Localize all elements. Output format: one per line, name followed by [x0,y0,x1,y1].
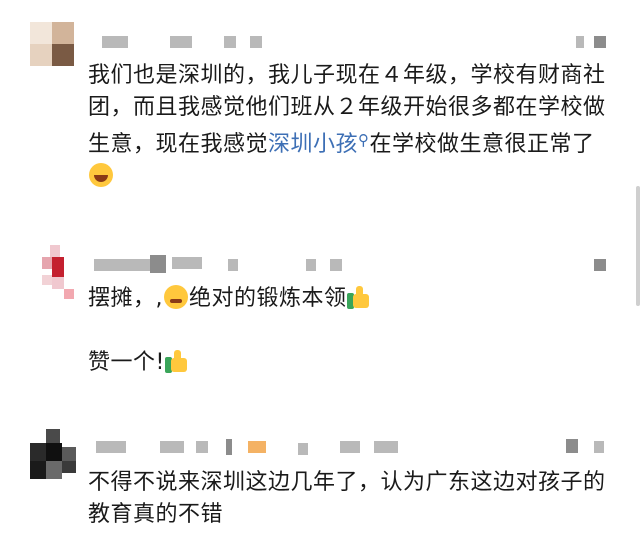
search-link-text[interactable]: 深圳小孩 [268,132,358,157]
avatar[interactable] [30,245,76,307]
laughing-face-icon [89,163,113,187]
username [228,259,238,271]
thumbs-up-icon [164,349,189,373]
comment-text-segment: 在学校做生意很正常了 [369,132,595,157]
comment-text-segment: 赞一个! [88,350,165,375]
more-options-icon[interactable] [594,36,606,48]
username [298,443,308,455]
username [170,36,192,48]
comment-text: 不得不说来深圳这边几年了，认为广东这边对孩子的教育真的不错 [88,467,608,531]
more-options-icon[interactable] [566,439,578,453]
avatar[interactable] [30,429,78,485]
search-icon[interactable]: ⚲ [358,131,370,149]
username [374,441,398,453]
username[interactable] [94,259,150,271]
avatar[interactable] [30,22,74,66]
username[interactable] [102,36,128,48]
username [226,439,232,455]
username[interactable] [96,441,126,453]
username [248,441,266,453]
comment-text-segment: 不得不说来深圳这边几年了，认为广东这边对孩子的教育真的不错 [88,470,606,527]
username [160,441,184,453]
comment-text: 我们也是深圳的，我儿子现在４年级，学校有财商社团，而且我感觉他们班从２年级开始很… [88,60,618,193]
username [172,257,202,269]
username [150,255,166,273]
username [330,259,342,271]
more-options-icon[interactable] [594,259,606,271]
more-options-icon[interactable] [576,36,584,48]
username [250,36,262,48]
username [340,441,360,453]
comment-1: 我们也是深圳的，我儿子现在４年级，学校有财商社团，而且我感觉他们班从２年级开始很… [0,0,640,205]
search-link[interactable]: 深圳小孩⚲ [268,131,370,157]
username [306,259,316,271]
scrollbar[interactable] [636,186,640,306]
comment-3: 不得不说来深圳这边几年了，认为广东这边对孩子的教育真的不错 [0,405,640,556]
winking-face-icon [164,285,188,309]
comment-text-segment: 绝对的锻炼本领 [189,286,347,311]
comment-text-segment: 摆摊，, [88,286,163,311]
more-options-icon[interactable] [594,441,604,453]
comment-text: 赞一个! [88,347,618,379]
comment-2: 摆摊，, 绝对的锻炼本领 赞一个! [0,205,640,405]
comment-text: 摆摊，, 绝对的锻炼本领 [88,283,618,315]
thumbs-up-icon [346,285,371,309]
username [196,441,208,453]
username [224,36,236,48]
